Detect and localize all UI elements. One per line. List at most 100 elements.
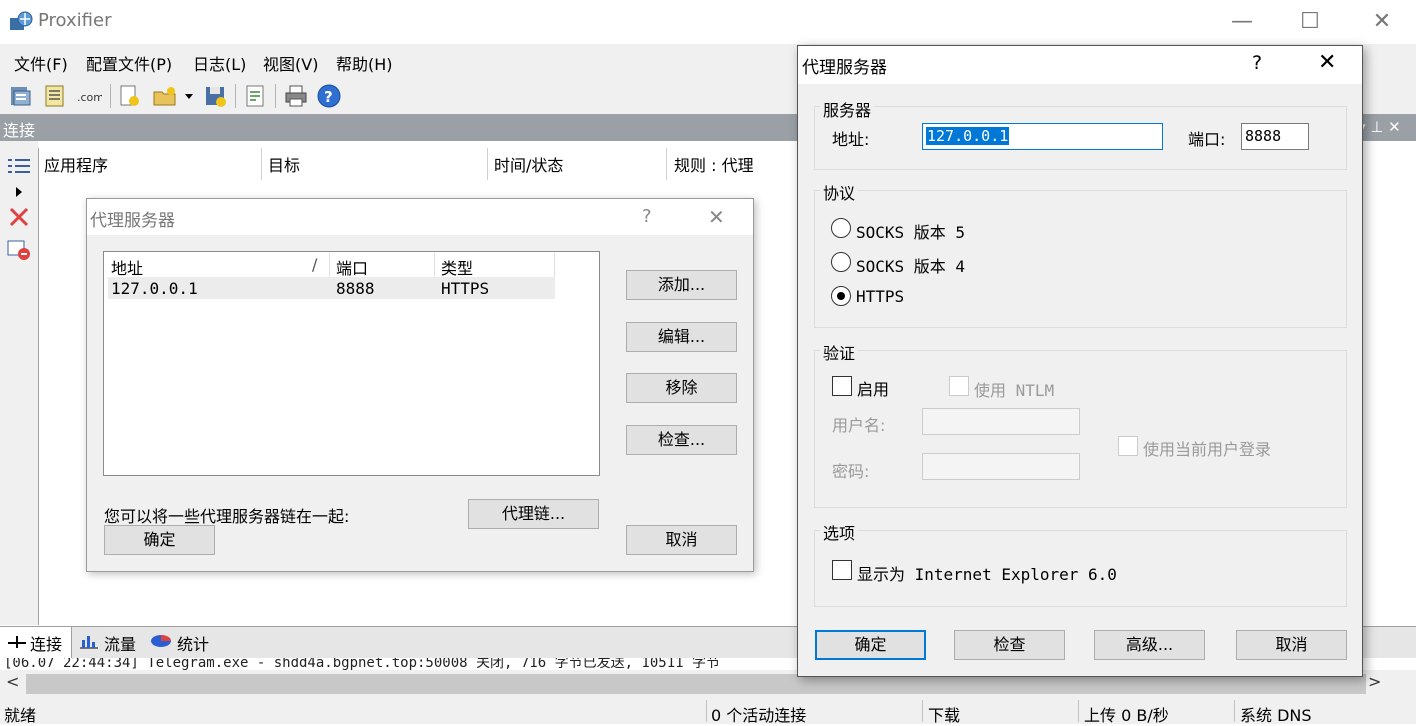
maximize-button[interactable]: ☐ (1290, 8, 1330, 36)
radio-https[interactable] (831, 286, 851, 306)
column-header-time-status[interactable]: 时间/状态 (494, 152, 563, 176)
tab-statistics-label[interactable]: 统计 (177, 631, 209, 655)
profile-properties-icon[interactable] (242, 83, 268, 109)
open-profile-icon[interactable] (152, 83, 178, 109)
enable-auth-label[interactable]: 启用 (857, 376, 889, 400)
row-port: 8888 (336, 279, 375, 298)
svg-text:?: ? (324, 88, 333, 106)
close-button[interactable]: ✕ (1362, 8, 1402, 36)
pane-controls[interactable]: ▾ ⊥ ✕ (1358, 118, 1401, 136)
column-header-port[interactable]: 端口 (336, 255, 368, 279)
save-profile-icon[interactable] (202, 83, 228, 109)
menu-file[interactable]: 文件(F) (14, 51, 68, 75)
ok-button[interactable]: 确定 (815, 630, 926, 660)
row-type: HTTPS (441, 279, 490, 298)
radio-socks4-label[interactable]: SOCKS 版本 4 (856, 253, 965, 277)
clear-log-icon[interactable] (6, 238, 32, 262)
column-divider[interactable] (261, 148, 262, 180)
address-field[interactable]: 127.0.0.1 (922, 123, 1163, 150)
help-icon[interactable]: ? (316, 83, 342, 109)
menu-log[interactable]: 日志(L) (193, 51, 246, 75)
use-ntlm-checkbox[interactable] (949, 376, 969, 396)
new-profile-icon[interactable] (116, 83, 142, 109)
show-as-ie-checkbox[interactable] (832, 560, 852, 580)
remove-button[interactable]: 移除 (626, 373, 737, 403)
username-label: 用户名: (832, 416, 886, 435)
status-download: 下载 (928, 706, 961, 725)
status-divider (1234, 700, 1235, 722)
proxy-servers-icon[interactable] (8, 83, 34, 109)
menu-view[interactable]: 视图(V) (263, 51, 318, 75)
check-button[interactable]: 检查 (954, 630, 1065, 660)
column-divider[interactable] (666, 148, 667, 180)
check-button[interactable]: 检查... (626, 425, 737, 455)
enable-auth-checkbox[interactable] (832, 376, 852, 396)
column-header-rule-proxy[interactable]: 规则 : 代理 (674, 152, 754, 176)
name-resolution-icon[interactable]: .com (76, 83, 102, 109)
radio-socks5-label[interactable]: SOCKS 版本 5 (856, 219, 965, 243)
show-as-ie-label[interactable]: 显示为 Internet Explorer 6.0 (857, 561, 1117, 585)
use-ntlm-label: 使用 NTLM (974, 381, 1055, 400)
address-value: 127.0.0.1 (926, 127, 1010, 145)
proxifier-app-icon (10, 11, 33, 30)
chevron-down-icon[interactable] (183, 90, 195, 102)
row-address: 127.0.0.1 (111, 279, 198, 298)
status-upload: 上传 0 B/秒 (1084, 706, 1169, 725)
username-field[interactable] (922, 408, 1080, 435)
menu-profile[interactable]: 配置文件(P) (86, 51, 172, 75)
advanced-button[interactable]: 高级... (1094, 630, 1205, 660)
column-header-address[interactable]: 地址 (111, 255, 143, 279)
status-divider (1078, 700, 1079, 722)
menu-help[interactable]: 帮助(H) (336, 51, 393, 75)
radio-socks4[interactable] (831, 252, 851, 272)
server-group-title: 服务器 (820, 97, 875, 121)
traffic-tab-icon (80, 636, 98, 649)
column-divider[interactable] (434, 253, 435, 277)
address-label: 地址: (832, 130, 870, 149)
column-divider[interactable] (329, 253, 330, 277)
list-view-icon[interactable] (6, 156, 32, 178)
port-field[interactable]: 8888 (1241, 123, 1309, 150)
print-icon[interactable] (283, 83, 309, 109)
scroll-right-icon[interactable]: > (1368, 672, 1381, 691)
tab-connections-label[interactable]: 连接 (30, 631, 62, 655)
proxification-rules-icon[interactable] (42, 83, 68, 109)
authentication-group (814, 350, 1347, 508)
statistics-tab-icon (151, 635, 171, 647)
column-header-target[interactable]: 目标 (268, 152, 300, 176)
proxy-servers-dialog-titlebar[interactable] (87, 199, 753, 235)
proxy-servers-dialog-title: 代理服务器 (90, 211, 175, 231)
close-icon[interactable]: ✕ (1318, 50, 1336, 75)
cancel-button[interactable]: 取消 (1236, 630, 1347, 660)
status-divider (706, 700, 707, 722)
cancel-button[interactable]: 取消 (626, 525, 737, 555)
proxy-chain-button[interactable]: 代理链... (468, 499, 599, 529)
status-bar (0, 698, 1416, 724)
help-button[interactable]: ? (642, 206, 652, 227)
minimize-button[interactable]: — (1222, 8, 1262, 36)
authentication-group-title: 验证 (820, 340, 859, 364)
radio-https-label[interactable]: HTTPS (856, 287, 904, 306)
help-button[interactable]: ? (1252, 52, 1262, 74)
password-field[interactable] (922, 453, 1080, 480)
close-icon[interactable]: ✕ (708, 205, 725, 229)
add-button[interactable]: 添加... (626, 270, 737, 300)
close-connection-icon[interactable] (8, 206, 30, 228)
scroll-left-icon[interactable]: < (6, 672, 19, 691)
radio-socks5[interactable] (831, 218, 851, 238)
expand-arrow-icon[interactable] (14, 186, 24, 198)
proxy-server-edit-title: 代理服务器 (802, 58, 887, 78)
radio-selected-dot (837, 292, 845, 300)
port-label: 端口: (1188, 130, 1226, 149)
column-header-type[interactable]: 类型 (441, 255, 473, 279)
toolbar-separator (235, 84, 236, 108)
edit-button[interactable]: 编辑... (626, 322, 737, 352)
column-header-application[interactable]: 应用程序 (44, 152, 108, 176)
column-divider[interactable] (554, 253, 555, 277)
ok-button[interactable]: 确定 (104, 525, 215, 555)
tab-traffic-label[interactable]: 流量 (104, 631, 136, 655)
column-divider[interactable] (487, 148, 488, 180)
log-line: [06.07 22:44:34] Telegram.exe - shdd4a.b… (4, 658, 721, 670)
current-user-checkbox[interactable] (1118, 436, 1138, 456)
scrollbar-thumb[interactable] (26, 674, 1366, 694)
